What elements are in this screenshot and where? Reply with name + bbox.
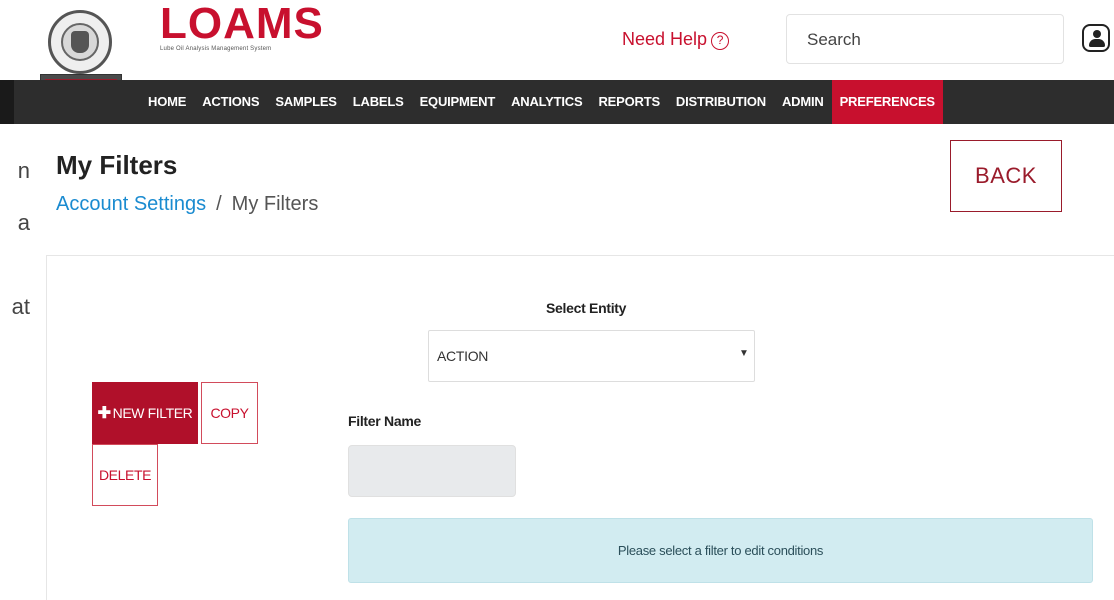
need-help-link[interactable]: Need Help?	[622, 29, 730, 50]
edge-text-fragment: at	[11, 294, 30, 319]
entity-select[interactable]: ACTION ▼	[428, 330, 755, 382]
edge-text-fragment: n	[17, 158, 30, 183]
new-filter-label: NEW FILTER	[112, 405, 193, 421]
info-message: Please select a filter to edit condition…	[348, 518, 1093, 583]
nav-item-home[interactable]: HOME	[140, 80, 194, 124]
nav-item-actions[interactable]: ACTIONS	[194, 80, 267, 124]
bureau-veritas-seal-icon	[48, 10, 112, 74]
entity-select-value: ACTION	[437, 348, 489, 364]
breadcrumb-current: My Filters	[231, 193, 319, 215]
new-filter-button[interactable]: ✚ NEW FILTER	[92, 382, 198, 444]
app-header: LOAMS Lube Oil Analysis Management Syste…	[0, 0, 1114, 100]
page-title: My Filters	[56, 150, 178, 180]
nav-item-labels[interactable]: LABELS	[345, 80, 412, 124]
breadcrumb-separator: /	[216, 193, 222, 215]
nav-item-reports[interactable]: REPORTS	[590, 80, 667, 124]
nav-item-preferences[interactable]: PREFERENCES	[831, 80, 943, 124]
brand-name: LOAMS	[160, 0, 324, 48]
question-circle-icon: ?	[711, 32, 730, 50]
nav-left-strip	[0, 80, 140, 124]
back-button[interactable]: BACK	[950, 140, 1062, 212]
delete-button[interactable]: DELETE	[92, 444, 158, 506]
caret-down-icon: ▼	[739, 348, 749, 359]
plus-icon: ✚	[97, 405, 111, 422]
filter-name-label: Filter Name	[348, 413, 421, 429]
select-entity-label: Select Entity	[546, 300, 627, 316]
nav-item-samples[interactable]: SAMPLES	[267, 80, 344, 124]
copy-button[interactable]: COPY	[201, 382, 258, 444]
breadcrumb-account-settings[interactable]: Account Settings	[56, 193, 206, 215]
nav-item-admin[interactable]: ADMIN	[774, 80, 832, 124]
nav-item-distribution[interactable]: DISTRIBUTION	[668, 80, 774, 124]
search-input[interactable]	[807, 28, 1047, 52]
nav-item-equipment[interactable]: EQUIPMENT	[412, 80, 503, 124]
edge-text-fragment: a	[17, 210, 30, 235]
search-box[interactable]	[786, 14, 1064, 64]
need-help-label: Need Help	[622, 29, 708, 49]
user-account-icon[interactable]	[1082, 24, 1110, 52]
breadcrumb: Account Settings / My Filters	[56, 193, 318, 216]
loams-logo[interactable]: LOAMS Lube Oil Analysis Management Syste…	[160, 0, 324, 53]
main-nav: HOME ACTIONS SAMPLES LABELS EQUIPMENT AN…	[140, 80, 1114, 124]
nav-item-analytics[interactable]: ANALYTICS	[503, 80, 590, 124]
filter-name-field[interactable]	[348, 445, 516, 497]
